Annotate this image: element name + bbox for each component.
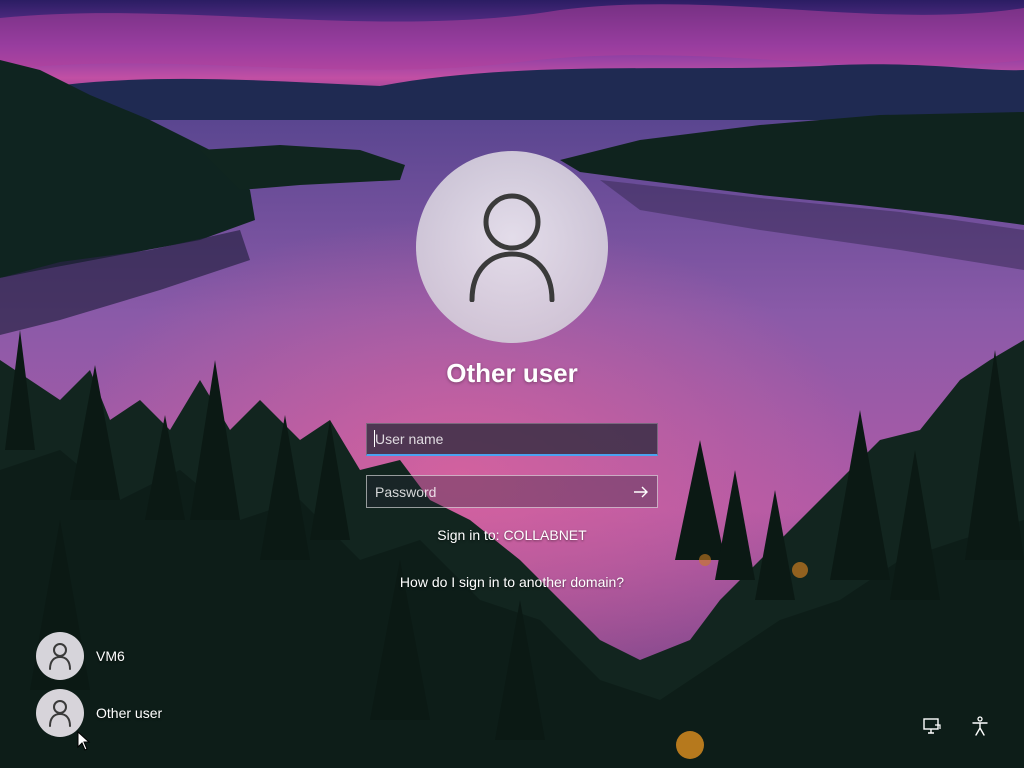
other-domain-help-link[interactable]: How do I sign in to another domain? (312, 574, 712, 590)
user-switch-other-user[interactable]: Other user (36, 689, 162, 737)
user-switch-label: VM6 (96, 648, 125, 664)
user-avatar-large (416, 151, 608, 343)
mouse-cursor-icon (77, 731, 91, 751)
avatar (36, 632, 84, 680)
username-field-wrap (366, 423, 658, 456)
username-field[interactable] (367, 424, 657, 454)
user-icon (49, 700, 71, 727)
accessibility-button[interactable] (968, 714, 992, 738)
network-icon (923, 718, 941, 734)
user-icon (49, 643, 71, 670)
sign-in-domain-text: Sign in to: COLLABNET (437, 527, 587, 543)
arrow-right-icon (634, 486, 648, 498)
login-user-title: Other user (446, 358, 578, 388)
user-switch-label: Other user (96, 705, 163, 721)
text-caret (374, 430, 375, 447)
user-switch-vm6[interactable]: VM6 (36, 632, 125, 680)
avatar (36, 689, 84, 737)
network-button[interactable] (920, 714, 944, 738)
submit-arrow-button[interactable] (629, 481, 653, 503)
user-icon (469, 193, 555, 302)
accessibility-icon (972, 716, 988, 736)
password-field-wrap (366, 475, 658, 508)
password-field[interactable] (367, 476, 657, 507)
